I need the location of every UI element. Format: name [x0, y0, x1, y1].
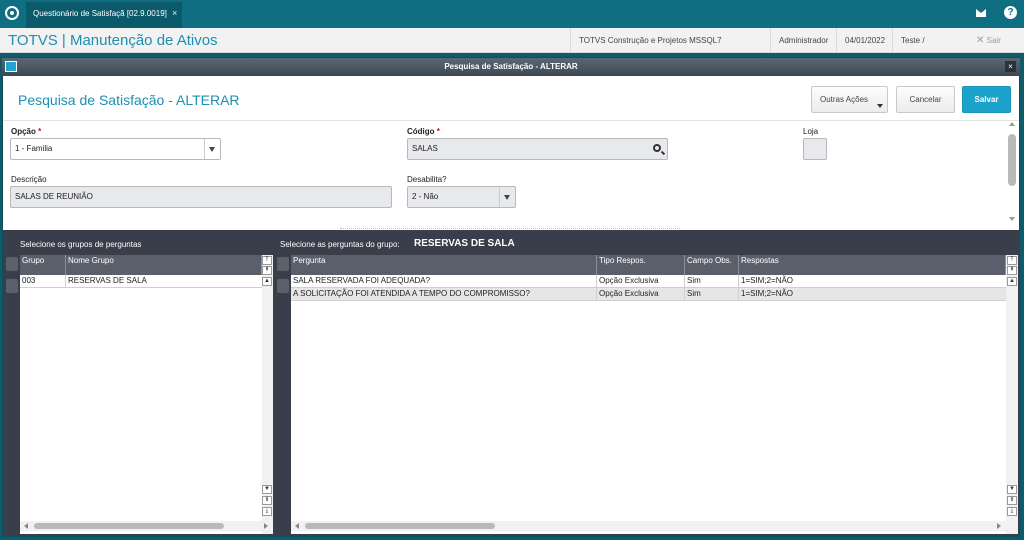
user-info[interactable]: Administrador	[770, 28, 832, 53]
scroll-down-icon[interactable]: ▼	[262, 485, 272, 494]
branch-info[interactable]: Teste / Matriz	[892, 28, 954, 70]
column-header[interactable]: Respostas	[739, 255, 1006, 275]
mail-icon[interactable]	[976, 9, 986, 17]
opcao-label: Opção *	[11, 127, 42, 136]
exit-label: Sair	[986, 36, 1001, 45]
column-header[interactable]: Tipo Respos.	[597, 255, 685, 275]
other-actions-button[interactable]: Outras Ações	[811, 86, 888, 113]
required-marker: *	[436, 127, 440, 136]
header-divider	[3, 120, 1019, 121]
questions-hscrollbar[interactable]	[291, 521, 1018, 531]
table-cell: RESERVAS DE SALA	[68, 276, 147, 285]
desabilita-value: 2 - Não	[412, 192, 439, 201]
table-cell: Sim	[685, 275, 739, 287]
chevron-down-icon[interactable]	[499, 187, 515, 207]
table-cell: Opção Exclusiva	[597, 288, 685, 300]
window-icon	[5, 61, 17, 72]
scroll-up-icon[interactable]	[1009, 122, 1015, 126]
codigo-value: SALAS	[412, 144, 438, 153]
groups-title: Selecione os grupos de perguntas	[20, 240, 142, 249]
scroll-bottom-icon[interactable]: ⤓	[1007, 507, 1017, 516]
scrollbar-thumb[interactable]	[305, 523, 495, 529]
column-header[interactable]: Pergunta	[291, 255, 597, 275]
cancel-button[interactable]: Cancelar	[896, 86, 955, 113]
table-row[interactable]: A SOLICITAÇÃO FOI ATENDIDA A TEMPO DO CO…	[291, 288, 1006, 301]
table-row[interactable]: 003 RESERVAS DE SALA	[20, 275, 262, 288]
table-cell: 1=SIM;2=NÃO	[741, 276, 794, 285]
loja-label: Loja	[803, 127, 819, 136]
close-icon: ✕	[976, 35, 985, 46]
page-title: Pesquisa de Satisfação - ALTERAR	[18, 92, 240, 108]
scroll-down-icon[interactable]: ▼	[1007, 485, 1017, 494]
opcao-value: 1 - Familia	[15, 144, 53, 153]
table-row[interactable]: SALA RESERVADA FOI ADEQUADA? Opção Exclu…	[291, 275, 1006, 288]
move-up-icon[interactable]	[6, 257, 18, 271]
table-cell: Opção Exclusiva	[597, 275, 685, 287]
scroll-top-icon[interactable]: ⤒	[1007, 256, 1017, 265]
column-header[interactable]: Campo Obs.	[685, 255, 739, 275]
other-actions-label: Outras Ações	[820, 95, 869, 104]
scrollbar-thumb[interactable]	[1008, 134, 1016, 186]
column-header[interactable]: Nome Grupo	[66, 255, 262, 275]
groups-grid: Grupo Nome Grupo 003 RESERVAS DE SALA ⤒ …	[20, 255, 273, 534]
scroll-bottom-icon[interactable]: ⤓	[262, 507, 272, 516]
table-cell: A SOLICITAÇÃO FOI ATENDIDA A TEMPO DO CO…	[291, 288, 597, 300]
scroll-right-icon[interactable]	[997, 523, 1001, 529]
dialog-title: Pesquisa de Satisfação - ALTERAR	[2, 58, 1020, 76]
codigo-field[interactable]: SALAS	[407, 138, 668, 160]
descricao-field[interactable]: SALAS DE REUNIÃO	[10, 186, 392, 208]
scroll-right-icon[interactable]	[264, 523, 268, 529]
questions-title: Selecione as perguntas do grupo:	[280, 240, 400, 249]
totvs-logo-icon[interactable]	[5, 6, 19, 20]
move-down-icon[interactable]	[6, 279, 18, 293]
help-icon[interactable]: ?	[1004, 6, 1017, 19]
desabilita-select[interactable]: 2 - Não	[407, 186, 516, 208]
dialog-close-button[interactable]: ×	[1005, 61, 1016, 72]
app-title: TOTVS | Manutenção de Ativos	[8, 32, 218, 49]
move-up-icon[interactable]	[277, 257, 289, 271]
move-down-icon[interactable]	[277, 279, 289, 293]
chevron-down-icon[interactable]	[204, 139, 220, 159]
table-cell: SALA RESERVADA FOI ADEQUADA?	[291, 275, 597, 287]
scroll-down-icon[interactable]	[1009, 217, 1015, 221]
required-marker: *	[38, 127, 42, 136]
groups-hscrollbar[interactable]	[20, 521, 273, 531]
descricao-label: Descrição	[11, 175, 47, 184]
questions-grid: Pergunta Tipo Respos. Campo Obs. Respost…	[291, 255, 1018, 534]
scroll-pagedown-icon[interactable]: ⇟	[1007, 496, 1017, 505]
scroll-left-icon[interactable]	[295, 523, 299, 529]
search-icon[interactable]	[653, 144, 661, 152]
table-cell: 003	[20, 275, 66, 287]
app-tab[interactable]: Questionário de Satisfaçã [02.9.0019]	[26, 2, 182, 28]
exit-button[interactable]: ✕ Sair	[976, 28, 1001, 53]
table-cell: 1=SIM;2=NÃO	[741, 289, 794, 298]
scrollbar-thumb[interactable]	[34, 523, 224, 529]
desabilita-label: Desabilita?	[407, 175, 447, 184]
scroll-pageup-icon[interactable]: ⇞	[1007, 266, 1017, 275]
table-cell: Sim	[685, 288, 739, 300]
tab-close-icon[interactable]: ×	[172, 0, 177, 26]
scroll-up-icon[interactable]: ▲	[1007, 277, 1017, 286]
scroll-up-icon[interactable]: ▲	[262, 277, 272, 286]
opcao-select[interactable]: 1 - Familia	[10, 138, 221, 160]
company-info[interactable]: TOTVS Construção e Projetos MSSQL7 Mntpa…	[570, 28, 770, 70]
scroll-top-icon[interactable]: ⤒	[262, 256, 272, 265]
app-tab-label: Questionário de Satisfaçã [02.9.0019]	[33, 9, 167, 18]
selected-group-name: RESERVAS DE SALA	[414, 238, 515, 249]
save-button[interactable]: Salvar	[962, 86, 1011, 113]
scroll-pageup-icon[interactable]: ⇞	[262, 266, 272, 275]
scroll-pagedown-icon[interactable]: ⇟	[262, 496, 272, 505]
date-info[interactable]: 04/01/2022	[836, 28, 890, 53]
scroll-left-icon[interactable]	[24, 523, 28, 529]
codigo-label: Código *	[407, 127, 440, 136]
column-header[interactable]: Grupo	[20, 255, 66, 275]
loja-field[interactable]	[803, 138, 827, 160]
